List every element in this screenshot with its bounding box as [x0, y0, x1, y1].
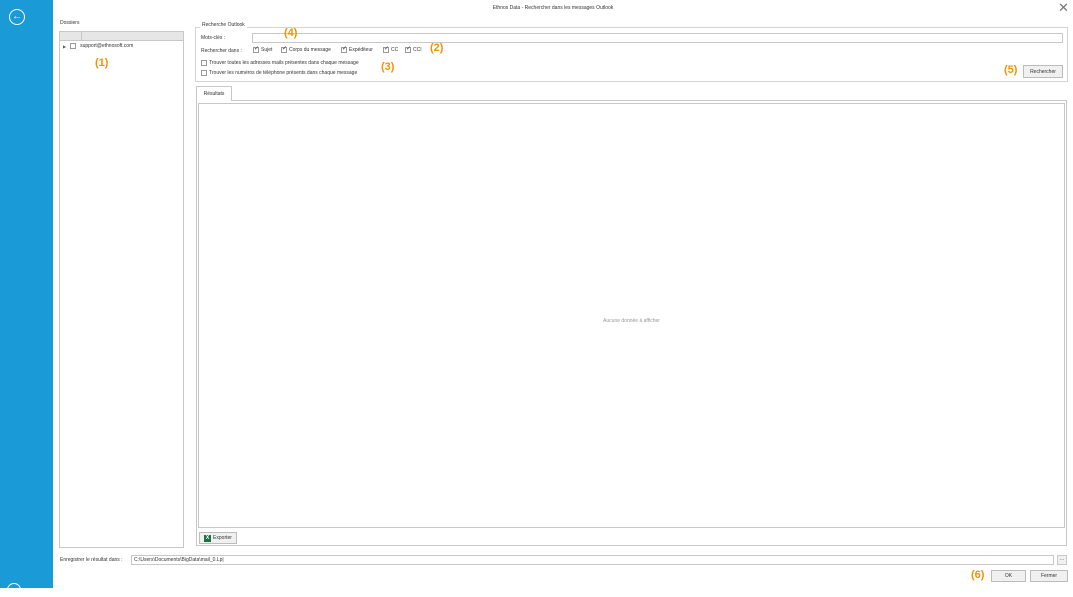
tab-results[interactable]: Résultats — [196, 86, 232, 101]
folders-header-divider — [81, 32, 82, 41]
keywords-label: Mots-clés : — [201, 35, 226, 41]
folder-label: support@ethnosoft.com — [80, 43, 134, 49]
marker-1: (1) — [95, 57, 109, 69]
option-find-phones[interactable]: Trouver les numéros de téléphone présent… — [201, 70, 357, 76]
search-in-label: Rechercher dans : — [201, 48, 242, 54]
cc-label: CC — [391, 47, 399, 53]
marker-3: (3) — [381, 61, 395, 73]
save-path-input[interactable]: C:\Users\Documents\BigData\mail_0.Lp| — [131, 555, 1054, 565]
empty-results-text: Aucune donnée à afficher — [603, 318, 660, 324]
window-title: Ethnos Data - Rechercher dans les messag… — [492, 5, 614, 11]
find-phones-label: Trouver les numéros de téléphone présent… — [209, 70, 358, 76]
option-cc[interactable]: CC — [383, 45, 399, 53]
search-button[interactable]: Rechercher — [1023, 65, 1063, 78]
marker-2: (2) — [430, 42, 444, 54]
sender-checkbox[interactable] — [341, 45, 347, 53]
back-arrow-icon[interactable]: ← — [9, 9, 25, 25]
close-button[interactable]: Fermer — [1030, 570, 1068, 582]
folders-label: Dossiers — [60, 20, 80, 26]
option-find-emails[interactable]: Trouver toutes les adresses mails présen… — [201, 60, 359, 66]
cc-checkbox[interactable] — [383, 45, 389, 53]
option-body[interactable]: Corps du message — [281, 45, 331, 53]
subject-label: Sujet — [261, 47, 273, 53]
find-emails-checkbox[interactable] — [201, 60, 207, 66]
option-subject[interactable]: Sujet — [253, 45, 273, 53]
close-icon[interactable]: ✕ — [1058, 1, 1069, 14]
export-label: Exporter — [213, 535, 232, 541]
save-label: Enregistrer le résultat dans : — [60, 557, 123, 563]
marker-6: (6) — [971, 569, 985, 581]
body-checkbox[interactable] — [281, 45, 287, 53]
find-emails-label: Trouver toutes les adresses mails présen… — [209, 60, 359, 66]
marker-4: (4) — [284, 27, 298, 39]
folders-tree-header — [60, 32, 183, 41]
sender-label: Expéditeur — [349, 47, 373, 53]
option-sender[interactable]: Expéditeur — [341, 45, 373, 53]
left-sidebar: ← — [0, 0, 53, 597]
find-phones-checkbox[interactable] — [201, 70, 207, 76]
bcc-checkbox[interactable] — [405, 45, 411, 53]
bcc-label: CCI — [413, 47, 422, 53]
tree-item[interactable]: ▶ support@ethnosoft.com — [63, 43, 133, 49]
browse-button[interactable]: ... — [1057, 555, 1067, 565]
export-button[interactable]: X Exporter — [199, 532, 237, 544]
subject-checkbox[interactable] — [253, 45, 259, 53]
folders-tree[interactable]: ▶ support@ethnosoft.com — [59, 31, 184, 548]
option-bcc[interactable]: CCI — [405, 45, 422, 53]
expand-arrow-icon[interactable]: ▶ — [63, 44, 66, 49]
excel-icon: X — [204, 534, 212, 542]
ok-button[interactable]: OK — [991, 570, 1026, 582]
keywords-input[interactable] — [252, 33, 1063, 43]
folder-checkbox[interactable] — [70, 43, 77, 49]
search-group-title: Recherche Outlook — [200, 22, 247, 28]
results-grid[interactable]: Aucune donnée à afficher — [198, 103, 1065, 528]
help-icon[interactable] — [7, 583, 21, 597]
marker-5: (5) — [1004, 64, 1018, 76]
body-label: Corps du message — [289, 47, 331, 53]
